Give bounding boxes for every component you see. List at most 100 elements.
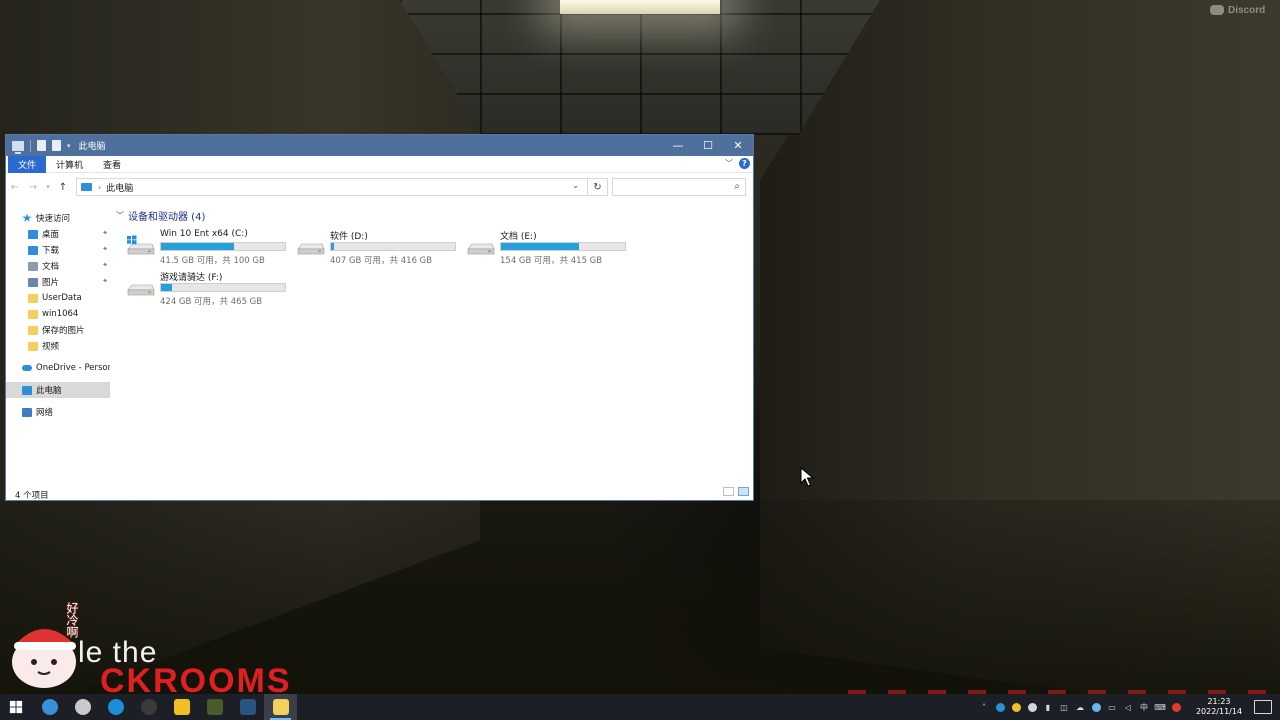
- taskbar-obs-button[interactable]: [132, 694, 165, 720]
- drive-name: 文档 (E:): [500, 232, 537, 242]
- nav-quick-item[interactable]: 图片 ✦: [6, 274, 110, 290]
- taskbar-chat-button[interactable]: [66, 694, 99, 720]
- notification-center-icon[interactable]: [1254, 700, 1272, 714]
- input-language[interactable]: 中: [1136, 702, 1152, 713]
- nav-quick-item[interactable]: 保存的图片: [6, 322, 110, 338]
- breadcrumb-separator[interactable]: ›: [98, 183, 101, 192]
- window-controls: — ☐ ✕: [663, 135, 753, 156]
- up-arrow-icon[interactable]: ↑: [54, 182, 72, 193]
- nav-this-pc-label: 此电脑: [36, 386, 62, 396]
- devices-group-header[interactable]: ﹀ 设备和驱动器 (4): [116, 207, 746, 223]
- details-view-icon[interactable]: [723, 487, 734, 496]
- address-pc-icon: [81, 183, 92, 191]
- minimize-button[interactable]: —: [663, 135, 693, 156]
- taskbar-app-game-button[interactable]: [198, 694, 231, 720]
- title-bar[interactable]: ▾ 此电脑 — ☐ ✕: [6, 135, 753, 156]
- pin-icon[interactable]: ✦: [102, 277, 108, 285]
- clock-time: 21:23: [1207, 697, 1231, 706]
- drive-name: 游戏请骑达 (F:): [160, 273, 223, 283]
- taskbar-steam-button[interactable]: [231, 694, 264, 720]
- ceiling-light: [560, 0, 720, 14]
- nav-quick-access-label: 快速访问: [36, 214, 71, 224]
- nav-quick-item[interactable]: 桌面 ✦: [6, 226, 110, 242]
- taskbar-app-owl-button[interactable]: [165, 694, 198, 720]
- properties-icon[interactable]: [37, 140, 46, 151]
- back-arrow-icon[interactable]: ←: [6, 182, 24, 193]
- drive-tile[interactable]: 软件 (D:) 407 GB 可用，共 416 GB: [296, 229, 461, 266]
- nav-onedrive[interactable]: OneDrive - Persona: [6, 360, 110, 376]
- taskbar-start-button[interactable]: [0, 694, 33, 720]
- drive-usage-fill: [331, 243, 334, 250]
- nav-quick-item-label: UserData: [42, 293, 82, 303]
- ceiling-tiles: [400, 0, 880, 135]
- windows-drive-icon: [127, 235, 155, 255]
- taskbar-chrome-button[interactable]: [33, 694, 66, 720]
- tray-app-icon-3[interactable]: [1024, 702, 1040, 712]
- taskbar-explorer-button[interactable]: [264, 694, 297, 720]
- drive-tile[interactable]: 游戏请骑达 (F:) 424 GB 可用，共 465 GB: [126, 270, 291, 307]
- expand-ribbon-icon[interactable]: ﹀: [725, 158, 733, 169]
- onedrive-tray-icon[interactable]: ☁: [1072, 703, 1088, 712]
- nav-quick-item[interactable]: win1064: [6, 306, 110, 322]
- tab-computer[interactable]: 计算机: [46, 156, 93, 173]
- folder-icon: [28, 293, 38, 303]
- breadcrumb-this-pc[interactable]: 此电脑: [106, 181, 133, 194]
- refresh-icon[interactable]: ↻: [587, 179, 607, 195]
- recent-locations-icon[interactable]: ▾: [42, 183, 54, 191]
- obs-icon: [140, 699, 157, 715]
- drive-icon: [467, 243, 495, 255]
- forward-arrow-icon[interactable]: →: [24, 182, 42, 193]
- network-tray-icon[interactable]: ▭: [1104, 703, 1120, 712]
- drive-usage-fill: [501, 243, 579, 250]
- app-owl-icon: [173, 699, 190, 715]
- tiles-view-icon[interactable]: [738, 487, 749, 496]
- new-folder-icon[interactable]: [52, 140, 61, 151]
- microphone-icon[interactable]: ▮: [1040, 703, 1056, 712]
- ribbon-tabs: 文件 计算机 查看 ﹀ ?: [6, 155, 753, 173]
- nav-this-pc[interactable]: 此电脑: [6, 382, 110, 398]
- pin-icon[interactable]: ✦: [102, 229, 108, 237]
- collapse-chevron-icon[interactable]: ﹀: [116, 210, 124, 221]
- tray-app-icon-1[interactable]: [992, 702, 1008, 712]
- close-button[interactable]: ✕: [723, 135, 753, 156]
- folder-icon: [28, 261, 38, 271]
- tray-overflow-icon[interactable]: ˄: [976, 703, 992, 712]
- drive-free-space: 424 GB 可用，共 465 GB: [160, 297, 263, 307]
- devices-group-title: 设备和驱动器 (4): [128, 211, 206, 223]
- nav-quick-item[interactable]: 视频: [6, 338, 110, 354]
- tab-view[interactable]: 查看: [93, 156, 131, 173]
- tray-app-icon-2[interactable]: [1008, 702, 1024, 712]
- address-bar[interactable]: › 此电脑 ⌄ ↻: [76, 178, 608, 196]
- search-box[interactable]: ⌕: [612, 178, 746, 196]
- nav-quick-item[interactable]: UserData: [6, 290, 110, 306]
- drive-usage-bar: [160, 242, 286, 251]
- quick-access-divider: [30, 139, 31, 152]
- pin-icon[interactable]: ✦: [102, 261, 108, 269]
- tray-app-icon-4[interactable]: [1088, 702, 1104, 712]
- help-icon[interactable]: ?: [739, 158, 750, 169]
- pin-icon[interactable]: ✦: [102, 245, 108, 253]
- nav-quick-item[interactable]: 文档 ✦: [6, 258, 110, 274]
- nav-quick-access[interactable]: 快速访问: [6, 210, 110, 226]
- search-icon: ⌕: [734, 181, 740, 192]
- windows-security-icon[interactable]: ◫: [1056, 703, 1072, 712]
- taskbar-edge-button[interactable]: [99, 694, 132, 720]
- drive-tile[interactable]: 文档 (E:) 154 GB 可用，共 415 GB: [466, 229, 631, 266]
- explorer-icon: [272, 699, 289, 715]
- nav-quick-item[interactable]: 下载 ✦: [6, 242, 110, 258]
- drive-usage-fill: [161, 243, 234, 250]
- sogou-ime-icon[interactable]: [1168, 702, 1184, 712]
- drive-usage-fill: [161, 284, 172, 291]
- clock-date: 2022/11/14: [1195, 707, 1243, 716]
- nav-network[interactable]: 网络: [6, 404, 110, 420]
- address-dropdown-icon[interactable]: ⌄: [572, 181, 579, 190]
- drive-tile[interactable]: Win 10 Ent x64 (C:) 41.5 GB 可用，共 100 GB: [126, 229, 291, 266]
- maximize-button[interactable]: ☐: [693, 135, 723, 156]
- discord-watermark: Discord: [1210, 3, 1265, 17]
- folder-icon: [28, 341, 38, 351]
- tab-file[interactable]: 文件: [8, 155, 47, 173]
- ime-icon[interactable]: ⌨: [1152, 703, 1168, 712]
- clock[interactable]: 21:23 2022/11/14: [1190, 697, 1248, 717]
- quick-access-dropdown-icon[interactable]: ▾: [67, 142, 71, 150]
- volume-icon[interactable]: ◁: [1120, 703, 1136, 712]
